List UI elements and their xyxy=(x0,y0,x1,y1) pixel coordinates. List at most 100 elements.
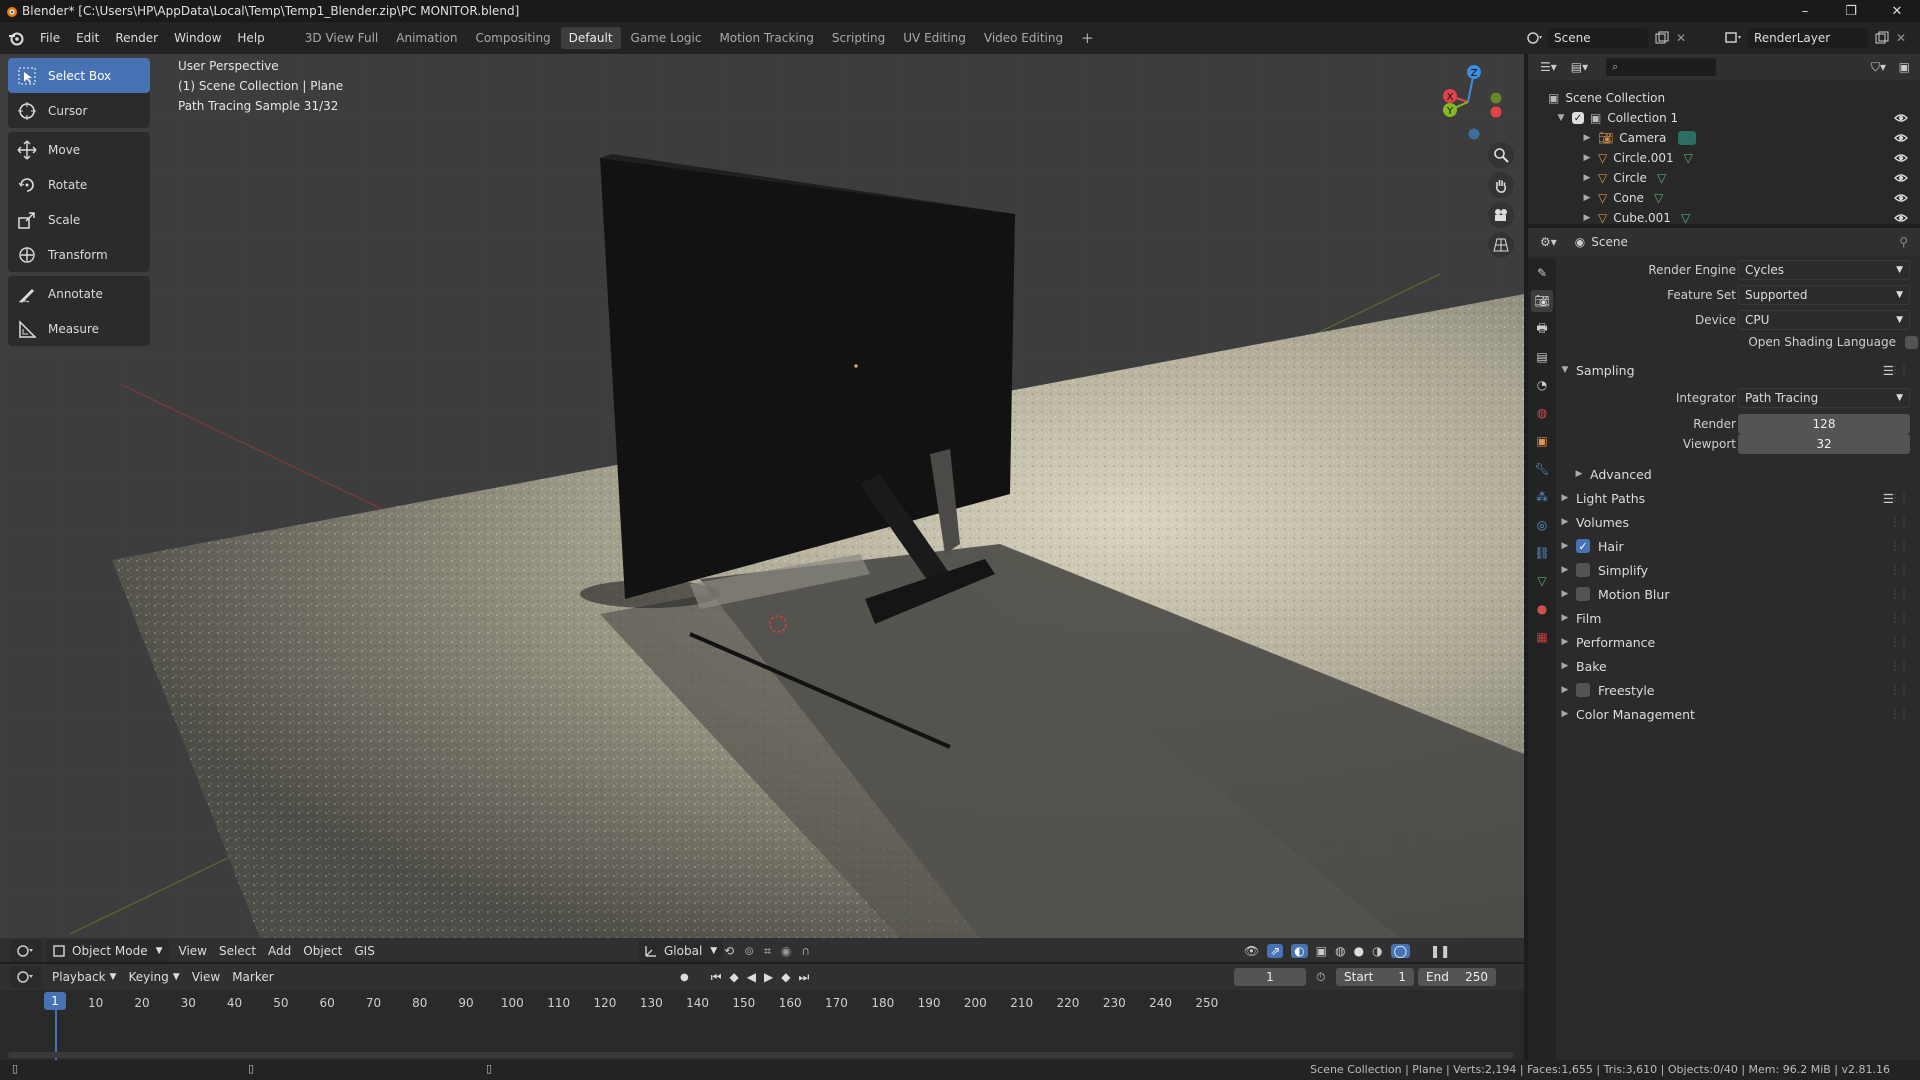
tab-compositing[interactable]: Compositing xyxy=(467,27,558,49)
camera-view-icon[interactable] xyxy=(1488,202,1514,228)
tab-animation[interactable]: Animation xyxy=(388,27,465,49)
solid-shading-icon[interactable]: ● xyxy=(1354,944,1364,958)
menu-add[interactable]: Add xyxy=(262,940,297,962)
scene-tab-icon[interactable]: ◔ xyxy=(1531,374,1553,396)
new-collection-icon[interactable]: ▣ xyxy=(1899,60,1910,74)
visibility-eye-icon[interactable] xyxy=(1894,171,1908,185)
device-dropdown[interactable]: CPU ▼ xyxy=(1738,310,1910,330)
visibility-eye-icon[interactable] xyxy=(1894,191,1908,205)
view-layer-name-field[interactable]: RenderLayer xyxy=(1748,28,1868,48)
scene-selector[interactable]: Scene ✕ xyxy=(1526,26,1686,50)
menu-render[interactable]: Render xyxy=(107,22,166,54)
panel-sampling[interactable]: ▼ Sampling ☰ ⋮⋮ xyxy=(1558,358,1918,382)
world-tab-icon[interactable]: ◍ xyxy=(1531,402,1553,424)
pause-render-icon[interactable]: ❚❚ xyxy=(1430,944,1450,958)
menu-marker[interactable]: Marker xyxy=(226,966,279,988)
timeline-scrollbar[interactable] xyxy=(8,1052,1514,1058)
3d-viewport[interactable]: User Perspective (1) Scene Collection | … xyxy=(0,54,1524,962)
panel-motion-blur[interactable]: ▶ Motion Blur ⋮⋮ xyxy=(1558,582,1918,606)
close-icon[interactable]: ✕ xyxy=(1896,31,1906,45)
properties-editor[interactable]: ⚙▾ ◉ Scene ⚲ ✎ 📷︎ 🖶 ▤ ◔ ◍ ▣ 🔧︎ ⁂ ◎ ⛓ ▽ ●… xyxy=(1528,228,1920,1060)
data-tab-icon[interactable]: ▽ xyxy=(1531,570,1553,592)
stopwatch-icon[interactable]: ⏱ xyxy=(1316,970,1325,985)
outliner-collection-1[interactable]: ▼ ✓ ▣ Collection 1 xyxy=(1554,108,1679,128)
menu-view[interactable]: View xyxy=(173,940,213,962)
rendered-shading-icon[interactable]: ◯ xyxy=(1390,944,1411,958)
panel-color-management[interactable]: ▶ Color Management ⋮⋮ xyxy=(1558,702,1918,726)
next-keyframe-icon[interactable]: ◆ xyxy=(781,970,790,984)
menu-edit[interactable]: Edit xyxy=(68,22,107,54)
menu-keying[interactable]: Keying ▼ xyxy=(122,966,185,988)
modifier-tab-icon[interactable]: 🔧︎ xyxy=(1531,458,1553,480)
exclude-checkbox[interactable]: ✓ xyxy=(1572,112,1584,124)
material-shading-icon[interactable]: ◑ xyxy=(1372,944,1382,958)
visibility-eye-icon[interactable] xyxy=(1894,151,1908,165)
jump-end-icon[interactable]: ⏭ xyxy=(798,970,809,985)
visibility-icon[interactable]: 👁 xyxy=(1244,944,1259,958)
end-frame-field[interactable]: End 250 xyxy=(1418,968,1496,986)
editor-type-button[interactable] xyxy=(10,966,42,988)
snap-icon[interactable]: ⊚ xyxy=(744,944,754,958)
menu-help[interactable]: Help xyxy=(229,22,272,54)
texture-tab-icon[interactable]: ▦ xyxy=(1531,626,1553,648)
outliner-editor-icon[interactable]: ☰▾ xyxy=(1540,60,1557,74)
jump-start-icon[interactable]: ⏮ xyxy=(711,970,722,985)
tab-uv-editing[interactable]: UV Editing xyxy=(895,27,974,49)
drag-handle-icon[interactable]: ⋮⋮ xyxy=(1890,613,1909,624)
tab-default[interactable]: Default xyxy=(560,27,621,49)
menu-view[interactable]: View xyxy=(186,966,226,988)
outliner-item-camera[interactable]: ▶ 📷︎ Camera xyxy=(1580,128,1697,148)
perspective-toggle-icon[interactable] xyxy=(1488,232,1514,258)
drag-handle-icon[interactable]: ⋮⋮ xyxy=(1890,565,1909,576)
constraints-tab-icon[interactable]: ⛓ xyxy=(1531,542,1553,564)
transform-orientation-selector[interactable]: Global ▼ xyxy=(638,940,724,962)
duplicate-icon[interactable] xyxy=(1874,30,1890,46)
frame-ruler[interactable]: 10 20 30 40 50 60 70 80 90 100 110 120 130 140 150 160 1… xyxy=(8,992,1508,1014)
overlay-toggle-icon[interactable]: ◐ xyxy=(1291,944,1308,958)
panel-bake[interactable]: ▶ Bake ⋮⋮ xyxy=(1558,654,1918,678)
snap-target-icon[interactable]: ⌗ xyxy=(764,944,771,959)
motion-blur-checkbox[interactable] xyxy=(1576,587,1590,601)
play-icon[interactable]: ▶ xyxy=(764,970,773,984)
tool-cursor[interactable]: Cursor xyxy=(8,93,150,128)
outliner-scene-collection[interactable]: ▣ Scene Collection xyxy=(1548,88,1665,108)
expand-arrow-icon[interactable]: ▶ xyxy=(1580,193,1594,203)
panel-volumes[interactable]: ▶ Volumes ⋮⋮ xyxy=(1558,510,1918,534)
scene-name-field[interactable]: Scene xyxy=(1548,28,1648,48)
close-icon[interactable]: ✕ xyxy=(1676,31,1686,45)
blender-menu-button[interactable] xyxy=(0,22,32,54)
outliner-item-circle-001[interactable]: ▶ ▽ Circle.001 ▽ xyxy=(1580,148,1693,168)
tool-measure[interactable]: Measure xyxy=(8,311,150,346)
simplify-checkbox[interactable] xyxy=(1576,563,1590,577)
playhead[interactable]: 1 xyxy=(44,992,66,1010)
menu-playback[interactable]: Playback ▼ xyxy=(46,966,122,988)
physics-tab-icon[interactable]: ◎ xyxy=(1531,514,1553,536)
current-frame-field[interactable]: 1 xyxy=(1234,968,1306,986)
drag-handle-icon[interactable]: ⋮⋮ xyxy=(1890,709,1909,720)
material-tab-icon[interactable]: ● xyxy=(1531,598,1553,620)
zoom-icon[interactable] xyxy=(1488,142,1514,168)
render-tab-icon[interactable]: 📷︎ xyxy=(1531,290,1553,312)
duplicate-icon[interactable] xyxy=(1654,30,1670,46)
panel-simplify[interactable]: ▶ Simplify ⋮⋮ xyxy=(1558,558,1918,582)
start-frame-field[interactable]: Start 1 xyxy=(1336,968,1414,986)
visibility-eye-icon[interactable] xyxy=(1894,211,1908,225)
timeline-editor[interactable]: Playback ▼ Keying ▼ View Marker ● ⏮ ◆ ◀ ▶ … xyxy=(0,964,1524,1066)
gizmo-toggle-icon[interactable]: ⇗ xyxy=(1267,944,1284,958)
pin-icon[interactable]: ⚲ xyxy=(1899,235,1908,249)
tab-game-logic[interactable]: Game Logic xyxy=(623,27,710,49)
play-reverse-icon[interactable]: ◀ xyxy=(747,970,756,984)
drag-handle-icon[interactable]: ⋮⋮ xyxy=(1890,589,1909,600)
drag-handle-icon[interactable]: ⋮⋮ xyxy=(1890,517,1909,528)
menu-select[interactable]: Select xyxy=(213,940,262,962)
tab-3d-view-full[interactable]: 3D View Full xyxy=(297,27,387,49)
tool-rotate[interactable]: Rotate xyxy=(8,167,150,202)
panel-light-paths[interactable]: ▶ Light Paths ☰ ⋮⋮ xyxy=(1558,486,1918,510)
maximize-button[interactable]: ❐ xyxy=(1828,0,1874,22)
menu-object[interactable]: Object xyxy=(297,940,348,962)
outliner-search-input[interactable]: ⌕ xyxy=(1606,58,1717,76)
prev-keyframe-icon[interactable]: ◆ xyxy=(730,970,739,984)
proportional-editing-icon[interactable]: ◉ xyxy=(781,944,791,958)
display-mode-icon[interactable]: ▤▾ xyxy=(1571,60,1588,74)
outliner-item-cone[interactable]: ▶ ▽ Cone ▽ xyxy=(1580,188,1664,208)
